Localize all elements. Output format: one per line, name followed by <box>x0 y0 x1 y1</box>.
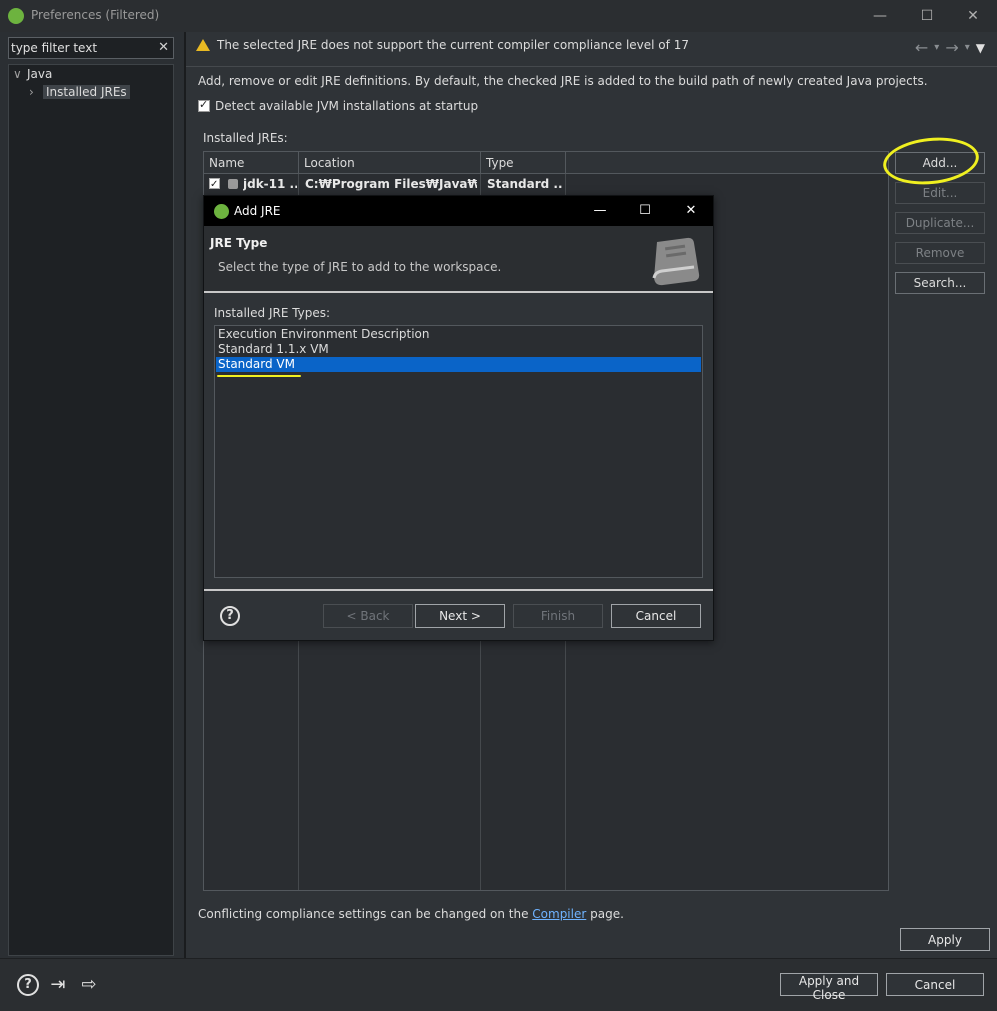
history-nav: ← ▾ → ▾ ▼ <box>915 38 985 58</box>
table-row[interactable]: jdk-11 ... C:₩Program Files₩Java₩jd... S… <box>204 174 566 195</box>
wizard-banner: JRE Type Select the type of JRE to add t… <box>204 226 713 293</box>
list-item[interactable]: Execution Environment Description <box>216 327 701 342</box>
minimize-icon[interactable]: — <box>590 201 610 221</box>
compliance-footer: Conflicting compliance settings can be c… <box>198 907 624 921</box>
close-icon[interactable]: ✕ <box>963 6 983 26</box>
help-icon[interactable]: ? <box>220 606 240 626</box>
column-header-name[interactable]: Name <box>204 152 299 174</box>
remove-button[interactable]: Remove <box>895 242 985 264</box>
back-dropdown-icon[interactable]: ▾ <box>934 38 939 58</box>
next-button[interactable]: Next > <box>415 604 505 628</box>
duplicate-button[interactable]: Duplicate... <box>895 212 985 234</box>
title-bar: Preferences (Filtered) — ☐ ✕ <box>0 0 997 32</box>
apply-button[interactable]: Apply <box>900 928 990 951</box>
preferences-tree: ∨ Java › Installed JREs <box>8 64 174 956</box>
dialog-title-bar: Add JRE — ☐ ✕ <box>204 196 713 226</box>
column-header-location[interactable]: Location <box>299 152 481 174</box>
add-jre-dialog: Add JRE — ☐ ✕ JRE Type Select the type o… <box>203 195 714 641</box>
chevron-right-icon[interactable]: › <box>29 83 43 101</box>
dialog-title: Add JRE <box>234 204 281 218</box>
apply-and-close-button[interactable]: Apply and Close <box>780 973 878 1002</box>
edit-button[interactable]: Edit... <box>895 182 985 204</box>
cancel-button[interactable]: Cancel <box>886 973 984 996</box>
annotation-underline <box>217 375 301 377</box>
installed-jres-label: Installed JREs: <box>203 131 288 145</box>
forward-dropdown-icon[interactable]: ▾ <box>965 38 970 58</box>
wizard-heading: JRE Type <box>210 236 268 250</box>
spring-logo-icon <box>214 204 229 219</box>
clear-filter-icon[interactable]: ✕ <box>158 40 169 55</box>
import-icon[interactable]: ⇥ <box>47 974 69 996</box>
window-title: Preferences (Filtered) <box>31 8 160 22</box>
page-description: Add, remove or edit JRE definitions. By … <box>198 74 928 88</box>
column-header-type[interactable]: Type <box>481 152 566 174</box>
compiler-link[interactable]: Compiler <box>532 907 586 921</box>
minimize-icon[interactable]: — <box>870 6 890 26</box>
dialog-divider <box>204 589 713 591</box>
bottom-bar: ? ⇥ ⇨ Apply and Close Cancel <box>0 958 997 1011</box>
jre-library-icon <box>228 179 238 189</box>
forward-arrow-icon[interactable]: → <box>945 38 958 58</box>
dialog-cancel-button[interactable]: Cancel <box>611 604 701 628</box>
preferences-nav-panel: type filter text ✕ ∨ Java › Installed JREs <box>0 32 184 958</box>
detect-jvm-checkbox[interactable]: Detect available JVM installations at st… <box>198 98 478 113</box>
help-icon[interactable]: ? <box>17 974 39 996</box>
view-menu-icon[interactable]: ▼ <box>976 38 985 58</box>
row-checkbox-checked-icon[interactable] <box>209 175 220 195</box>
maximize-icon[interactable]: ☐ <box>917 6 937 26</box>
back-arrow-icon[interactable]: ← <box>915 38 928 58</box>
tree-item-java[interactable]: ∨ Java <box>13 65 52 83</box>
checkbox-checked-icon[interactable] <box>198 98 210 112</box>
warning-icon <box>196 39 210 51</box>
back-button[interactable]: < Back <box>323 604 413 628</box>
filter-input[interactable]: type filter text ✕ <box>8 37 174 59</box>
warning-message: The selected JRE does not support the cu… <box>196 38 689 52</box>
column-header-filler <box>566 152 888 174</box>
list-item[interactable]: Standard 1.1.x VM <box>216 342 701 357</box>
chevron-down-icon[interactable]: ∨ <box>13 65 27 83</box>
search-button[interactable]: Search... <box>895 272 985 294</box>
close-icon[interactable]: ✕ <box>681 201 701 221</box>
annotation-circle <box>880 133 982 189</box>
list-item-selected[interactable]: Standard VM <box>216 357 701 372</box>
jre-types-list: Execution Environment Description Standa… <box>214 325 703 578</box>
book-icon <box>652 237 700 286</box>
header-divider <box>186 66 997 67</box>
export-icon[interactable]: ⇨ <box>78 974 100 996</box>
maximize-icon[interactable]: ☐ <box>635 201 655 221</box>
finish-button[interactable]: Finish <box>513 604 603 628</box>
wizard-subtitle: Select the type of JRE to add to the wor… <box>218 260 502 274</box>
tree-item-installed-jres[interactable]: › Installed JREs <box>29 83 130 101</box>
spring-logo-icon <box>8 8 24 24</box>
types-label: Installed JRE Types: <box>214 306 331 320</box>
